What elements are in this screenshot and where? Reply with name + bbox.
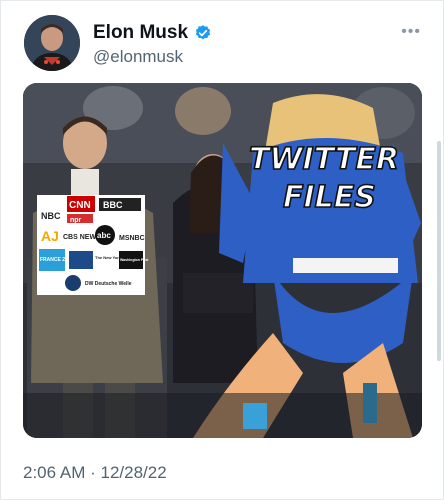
tweet-timestamp[interactable]: 2:06 AM · 12/28/22 [23, 463, 167, 483]
avatar[interactable] [24, 15, 80, 71]
logo-nbc: NBC [41, 211, 61, 221]
verified-badge-icon [194, 24, 212, 42]
logo-france24: FRANCE 24 [40, 257, 68, 263]
logo-wapo: Washington Post [120, 258, 149, 262]
more-horizontal-icon[interactable]: ••• [401, 24, 421, 40]
logo-npr: npr [70, 217, 82, 224]
logo-bbc: BBC [103, 200, 123, 210]
logo-msnbc: MSNBC [119, 235, 145, 242]
logo-abc: abc [97, 231, 111, 240]
author-display-name[interactable]: Elon Musk [93, 22, 188, 44]
tweet-card: Elon Musk @elonmusk ••• NBC CNN BBC npr … [0, 0, 444, 500]
overlay-text-files: FILES [283, 180, 376, 215]
tweet-date[interactable]: 12/28/22 [101, 463, 167, 482]
logo-aj: AJ [41, 228, 59, 244]
author-handle[interactable]: @elonmusk [93, 47, 183, 67]
timestamp-separator: · [90, 463, 96, 482]
avatar-image [24, 15, 80, 71]
logo-dw: DW Deutsche Welle [85, 281, 132, 287]
logo-cnn: CNN [69, 200, 91, 211]
tweet-time[interactable]: 2:06 AM [23, 463, 85, 482]
tweet-media-image[interactable]: NBC CNN BBC npr AJ CBS NEWS abc MSNBC FR… [23, 83, 422, 438]
scrollbar-thumb[interactable] [437, 141, 441, 361]
author-name-row[interactable]: Elon Musk [93, 22, 212, 44]
overlay-text-twitter: TWITTER [249, 142, 399, 177]
